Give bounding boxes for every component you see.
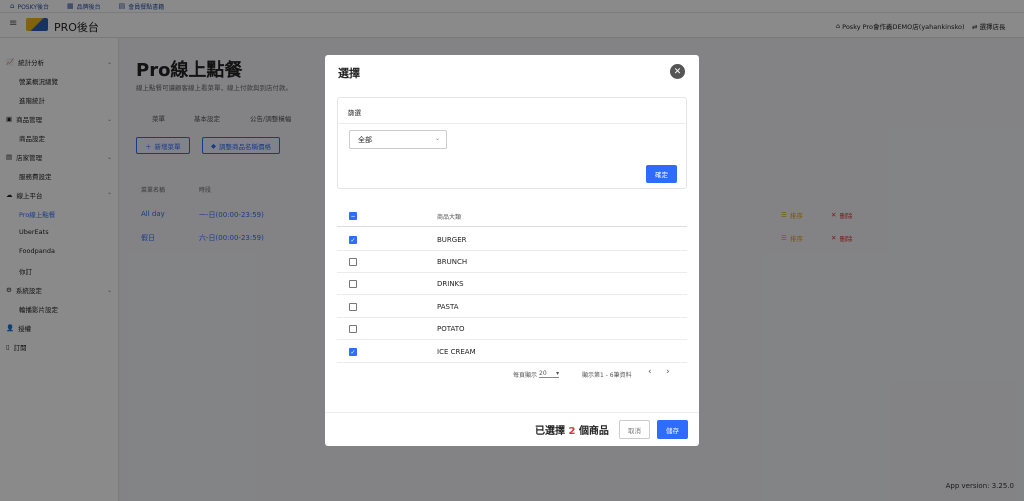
column-header-category: 商品大類	[437, 214, 462, 221]
row-checkbox[interactable]	[349, 303, 357, 311]
category-filter-select[interactable]: 全部 ⌄	[349, 130, 447, 149]
row-checkbox[interactable]	[349, 280, 357, 288]
table-header-row: − 商品大類	[337, 205, 687, 227]
table-row[interactable]: POTATO	[337, 318, 687, 340]
chevron-left-icon[interactable]: ‹	[648, 367, 652, 377]
per-page-select[interactable]: 20 ▾	[539, 370, 560, 378]
cancel-button[interactable]: 取消	[619, 420, 650, 439]
table-row[interactable]: BRUNCH	[337, 251, 687, 273]
selected-count-text: 已選擇 2 個商品	[535, 426, 609, 437]
chevron-down-icon: ⌄	[434, 135, 440, 142]
table-row[interactable]: PASTA	[337, 296, 687, 318]
filter-title: 篩選	[348, 109, 361, 117]
close-icon[interactable]: ✕	[670, 64, 685, 79]
dialog-title: 選擇	[338, 67, 360, 80]
table-row[interactable]: DRINKS	[337, 273, 687, 295]
table-row[interactable]: ✓ BURGER	[337, 229, 687, 251]
row-checkbox[interactable]: ✓	[349, 348, 357, 356]
per-page-label: 每頁顯示	[513, 372, 538, 379]
row-checkbox[interactable]	[349, 258, 357, 266]
confirm-filter-button[interactable]: 確定	[646, 165, 677, 183]
select-all-checkbox[interactable]: −	[349, 212, 357, 220]
table-row[interactable]: ✓ ICE CREAM	[337, 341, 687, 363]
row-checkbox[interactable]	[349, 325, 357, 333]
range-text: 顯示第1 - 6筆資料	[582, 372, 632, 379]
filter-card: 篩選 全部 ⌄ 確定	[337, 97, 687, 189]
save-button[interactable]: 儲存	[657, 420, 688, 439]
chevron-right-icon[interactable]: ›	[666, 367, 670, 377]
select-products-dialog: 選擇 ✕ 篩選 全部 ⌄ 確定 − 商品大類 ✓ BURGER BRUNCH DRI…	[325, 55, 699, 446]
row-checkbox[interactable]: ✓	[349, 236, 357, 244]
pagination: 每頁顯示 20 ▾ 顯示第1 - 6筆資料 ‹ ›	[337, 365, 687, 385]
